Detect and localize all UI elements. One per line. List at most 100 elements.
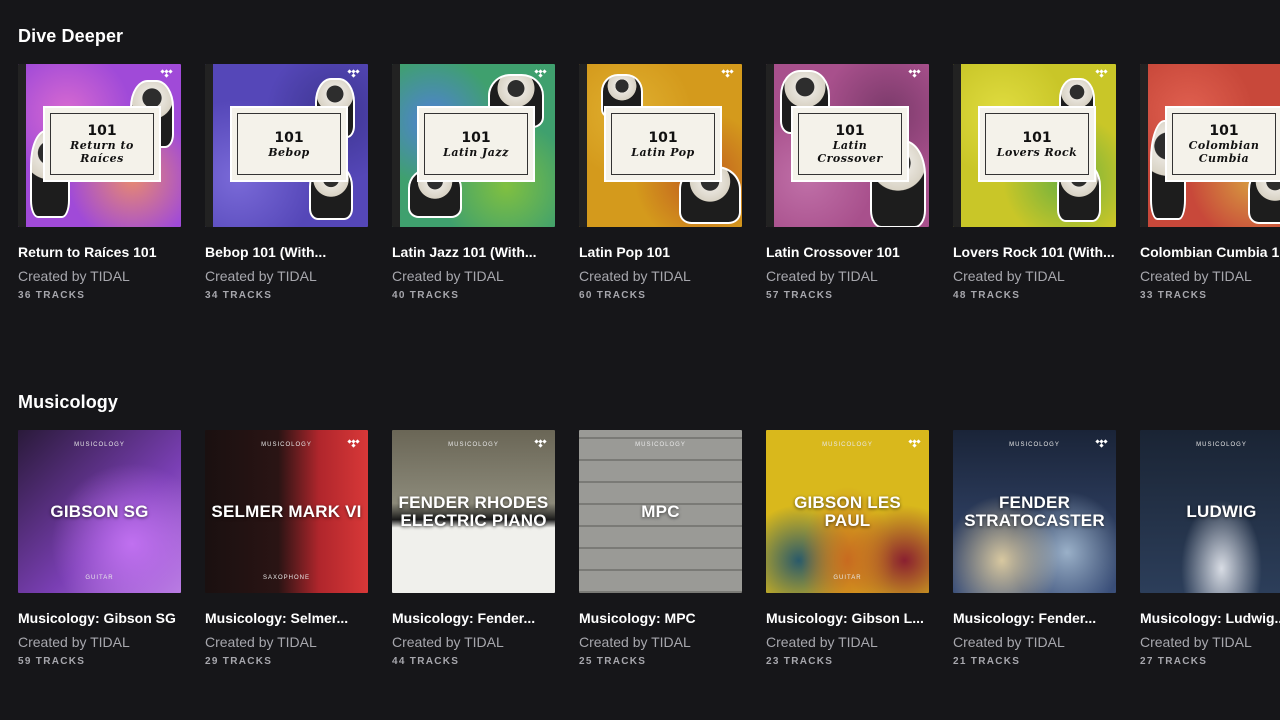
cover-panel: 101 Latin Pop xyxy=(606,108,720,180)
musicology-label: MUSICOLOGY xyxy=(74,442,125,448)
track-count: 48 TRACKS xyxy=(953,290,1021,301)
cover-number: 101 xyxy=(274,129,304,146)
cover-number: 101 xyxy=(1022,129,1052,146)
cover-stripe xyxy=(392,64,400,227)
playlist-title[interactable]: Latin Crossover 101 xyxy=(766,244,929,262)
cover-instrument-name: FENDER STRATOCASTER xyxy=(964,492,1105,530)
cover-name: Lovers Rock xyxy=(996,145,1078,159)
playlist-card[interactable]: 101 Latin Pop Latin Pop 101 Created by T… xyxy=(579,64,742,303)
playlist-card[interactable]: 101 Bebop Bebop 101 (With... Created by … xyxy=(205,64,368,303)
cover-instrument-name: GIBSON LES PAUL xyxy=(794,492,901,530)
cover-number: 101 xyxy=(87,123,117,139)
playlist-cover[interactable]: 101 Latin Jazz xyxy=(392,64,555,227)
playlist-title[interactable]: Musicology: Fender... xyxy=(392,610,555,628)
cover-instrument-type: SAXOPHONE xyxy=(262,575,310,581)
musicology-section: Musicology MUSICOLOGY GIBSON SG GUITAR M… xyxy=(18,386,1280,686)
playlist-creator: Created by TIDAL xyxy=(579,268,691,284)
playlist-card[interactable]: MUSICOLOGY GIBSON SG GUITAR Musicology: … xyxy=(18,430,181,669)
playlist-title[interactable]: Musicology: Selmer... xyxy=(205,610,368,628)
track-count: 25 TRACKS xyxy=(579,656,647,667)
musicology-label: MUSICOLOGY xyxy=(1196,442,1247,448)
playlist-title[interactable]: Latin Jazz 101 (With... xyxy=(392,244,555,262)
track-count: 60 TRACKS xyxy=(579,290,647,301)
musicology-label: MUSICOLOGY xyxy=(822,442,873,448)
cover-stripe xyxy=(766,64,774,227)
playlist-cover[interactable]: 101 Colombian Cumbia xyxy=(1140,64,1280,227)
playlist-card[interactable]: MUSICOLOGY MPC Musicology: MPC Created b… xyxy=(579,430,742,669)
cover-instrument-type: GUITAR xyxy=(85,575,114,581)
playlist-card[interactable]: 101 Latin Crossover Latin Crossover 101 … xyxy=(766,64,929,303)
playlist-cover[interactable]: 101 Return to Raíces xyxy=(18,64,181,227)
playlist-card[interactable]: 101 Return to Raíces Return to Raíces 10… xyxy=(18,64,181,303)
musicology-row: MUSICOLOGY GIBSON SG GUITAR Musicology: … xyxy=(18,430,1280,669)
playlist-title[interactable]: Lovers Rock 101 (With... xyxy=(953,244,1116,262)
playlist-title[interactable]: Return to Raíces 101 xyxy=(18,244,181,262)
playlist-cover[interactable]: 101 Latin Crossover xyxy=(766,64,929,227)
playlist-creator: Created by TIDAL xyxy=(18,268,130,284)
playlist-title[interactable]: Latin Pop 101 xyxy=(579,244,742,262)
playlist-card[interactable]: MUSICOLOGY SELMER MARK VI SAXOPHONE Musi… xyxy=(205,430,368,669)
playlist-title[interactable]: Bebop 101 (With... xyxy=(205,244,368,262)
playlist-cover[interactable]: MUSICOLOGY SELMER MARK VI SAXOPHONE xyxy=(205,430,368,593)
cover-instrument-name: LUDWIG xyxy=(1186,501,1257,521)
cover-number: 101 xyxy=(835,123,865,139)
playlist-title[interactable]: Musicology: Fender... xyxy=(953,610,1116,628)
playlist-creator: Created by TIDAL xyxy=(205,634,317,650)
cover-number: 101 xyxy=(648,129,678,146)
cover-panel: 101 Latin Crossover xyxy=(793,108,907,180)
track-count: 44 TRACKS xyxy=(392,656,460,667)
playlist-cover[interactable]: MUSICOLOGY MPC xyxy=(579,430,742,593)
playlist-cover[interactable]: 101 Bebop xyxy=(205,64,368,227)
playlist-cover[interactable]: MUSICOLOGY LUDWIG xyxy=(1140,430,1280,593)
cover-name: Latin Jazz xyxy=(443,145,509,159)
dive-deeper-row: 101 Return to Raíces Return to Raíces 10… xyxy=(18,64,1280,303)
playlist-creator: Created by TIDAL xyxy=(579,634,691,650)
section-title-musicology[interactable]: Musicology xyxy=(18,386,1280,418)
track-count: 40 TRACKS xyxy=(392,290,460,301)
track-count: 33 TRACKS xyxy=(1140,290,1208,301)
playlist-title[interactable]: Colombian Cumbia 1 xyxy=(1140,244,1280,262)
track-count: 36 TRACKS xyxy=(18,290,86,301)
musicology-label: MUSICOLOGY xyxy=(1009,442,1060,448)
cover-name: Return to Raíces xyxy=(70,139,134,165)
cover-panel: 101 Bebop xyxy=(232,108,346,180)
playlist-creator: Created by TIDAL xyxy=(392,268,504,284)
track-count: 27 TRACKS xyxy=(1140,656,1208,667)
track-count: 57 TRACKS xyxy=(766,290,834,301)
playlist-card[interactable]: MUSICOLOGY LUDWIG Musicology: Ludwig... … xyxy=(1140,430,1280,669)
tidal-logo-icon xyxy=(534,69,547,78)
playlist-cover[interactable]: 101 Lovers Rock xyxy=(953,64,1116,227)
playlist-card[interactable]: 101 Lovers Rock Lovers Rock 101 (With...… xyxy=(953,64,1116,303)
cover-instrument-type: GUITAR xyxy=(833,575,862,581)
cover-stripe xyxy=(205,64,213,227)
playlist-title[interactable]: Musicology: Gibson SG xyxy=(18,610,181,628)
musicology-label: MUSICOLOGY xyxy=(448,442,499,448)
playlist-title[interactable]: Musicology: Gibson L... xyxy=(766,610,929,628)
playlist-creator: Created by TIDAL xyxy=(18,634,130,650)
playlist-cover[interactable]: MUSICOLOGY FENDER RHODES ELECTRIC PIANO xyxy=(392,430,555,593)
playlist-card[interactable]: MUSICOLOGY GIBSON LES PAUL GUITAR Musico… xyxy=(766,430,929,669)
cover-stripe xyxy=(953,64,961,227)
playlist-creator: Created by TIDAL xyxy=(953,268,1065,284)
playlist-cover[interactable]: MUSICOLOGY GIBSON LES PAUL GUITAR xyxy=(766,430,929,593)
section-title-dive-deeper[interactable]: Dive Deeper xyxy=(18,20,1280,52)
playlist-cover[interactable]: MUSICOLOGY FENDER STRATOCASTER xyxy=(953,430,1116,593)
playlist-card[interactable]: MUSICOLOGY FENDER STRATOCASTER Musicolog… xyxy=(953,430,1116,669)
playlist-cover[interactable]: MUSICOLOGY GIBSON SG GUITAR xyxy=(18,430,181,593)
playlist-creator: Created by TIDAL xyxy=(1140,634,1252,650)
musicology-label: MUSICOLOGY xyxy=(635,442,686,448)
playlist-cover[interactable]: 101 Latin Pop xyxy=(579,64,742,227)
cover-panel: 101 Colombian Cumbia xyxy=(1167,108,1280,180)
playlist-card[interactable]: 101 Colombian Cumbia Colombian Cumbia 1 … xyxy=(1140,64,1280,303)
cover-instrument-name: GIBSON SG xyxy=(50,501,149,521)
playlist-card[interactable]: MUSICOLOGY FENDER RHODES ELECTRIC PIANO … xyxy=(392,430,555,669)
playlist-creator: Created by TIDAL xyxy=(392,634,504,650)
playlist-card[interactable]: 101 Latin Jazz Latin Jazz 101 (With... C… xyxy=(392,64,555,303)
cover-stripe xyxy=(18,64,26,227)
cover-name: Colombian Cumbia xyxy=(1188,139,1260,165)
playlist-title[interactable]: Musicology: Ludwig... xyxy=(1140,610,1280,628)
tidal-logo-icon xyxy=(721,69,734,78)
playlist-creator: Created by TIDAL xyxy=(953,634,1065,650)
track-count: 29 TRACKS xyxy=(205,656,273,667)
playlist-title[interactable]: Musicology: MPC xyxy=(579,610,742,628)
